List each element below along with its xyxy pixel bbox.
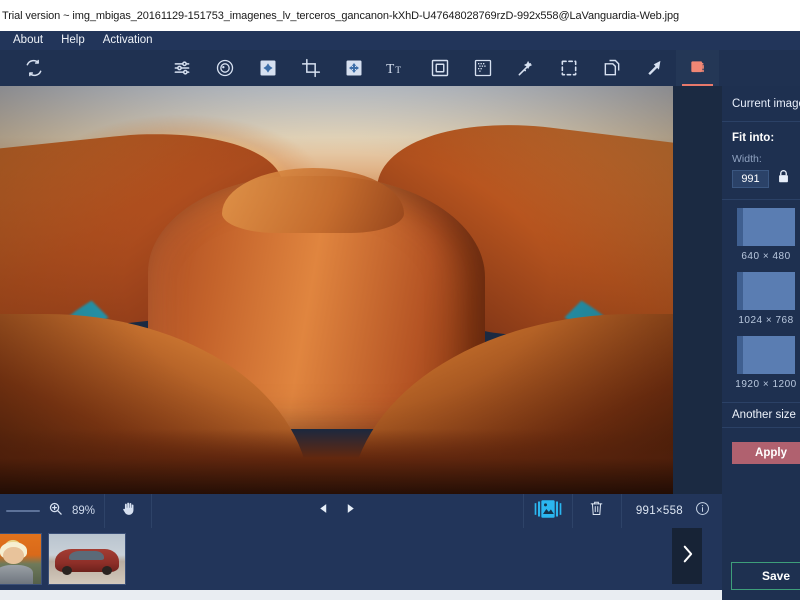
title-bar: Trial version ~ img_mbigas_20161129-1517… [0,0,800,31]
right-panel: Current image Fit into: Width: 991 [722,86,800,600]
toolbar-left-group [0,50,160,86]
canvas-background [673,86,722,494]
selection-icon [559,58,579,78]
image-canvas[interactable] [0,86,722,494]
aspect-lock-button[interactable] [777,169,790,189]
frame-icon [430,58,450,78]
prev-image-button[interactable] [317,502,330,520]
save-button[interactable]: Save [731,562,800,590]
filmstrip-next-button[interactable] [672,528,702,584]
save-button-label: Save [762,569,790,583]
main-toolbar: T T [0,50,800,86]
refresh-button[interactable] [12,50,55,86]
width-input[interactable]: 991 [732,170,769,188]
fit-into-label: Fit into: [732,132,790,144]
refresh-icon [24,58,44,78]
preset-label: 640 × 480 [741,251,790,262]
thumbnail-detail [3,547,24,564]
texture-icon [473,58,493,78]
tool-adjust[interactable] [160,50,203,86]
preset-1920x1200[interactable]: 1920 × 1200 [722,328,800,392]
apply-button-label: Apply [755,447,787,459]
compare-icon [533,499,563,524]
tool-selection[interactable] [547,50,590,86]
another-size-button[interactable]: Another size [722,402,800,428]
current-image[interactable] [0,86,673,494]
tool-enhance[interactable] [504,50,547,86]
preset-thumbnail [737,272,795,310]
info-button[interactable] [695,501,722,521]
tool-retouch[interactable] [203,50,246,86]
lock-icon [777,169,790,189]
divider [151,494,152,528]
preset-thumbnail [737,336,795,374]
thumbnail-strip[interactable] [0,528,722,590]
text-icon: T T [386,58,408,78]
panel-title: Current image [732,98,800,110]
bottom-toolbar: 89% [0,494,722,528]
menu-about[interactable]: About [4,31,52,50]
hand-tool-icon [120,500,137,522]
window-bottom-edge [0,590,722,600]
thumbnail-detail [62,566,72,575]
chevron-right-icon [680,543,695,570]
rotate-icon [344,58,364,78]
thumbnail-detail [0,565,33,584]
fit-into-section: Fit into: Width: 991 [722,122,800,197]
trash-icon [589,500,604,522]
compare-button[interactable] [524,494,572,528]
tool-resize[interactable] [676,50,719,86]
image-navigation [317,502,357,520]
next-image-button[interactable] [344,502,357,520]
preset-1024x768[interactable]: 1024 × 768 [722,264,800,328]
preset-640x480[interactable]: 640 × 480 [722,200,800,264]
tool-effects[interactable] [246,50,289,86]
sticker-icon [645,58,665,78]
width-label: Width: [732,153,790,165]
tool-watermark[interactable] [590,50,633,86]
tool-text[interactable]: T T [375,50,418,86]
tool-sticker[interactable] [633,50,676,86]
menu-bar: About Help Activation [0,31,800,50]
width-row: 991 [732,169,790,189]
delete-button[interactable] [573,494,621,528]
tool-crop[interactable] [289,50,332,86]
retouch-icon [215,58,235,78]
thumbnail-portrait[interactable] [0,533,42,585]
magic-wand-icon [516,58,536,78]
another-size-label: Another size [732,409,796,421]
watermark-icon [602,58,622,78]
zoom-in-icon [48,501,63,521]
window-title: Trial version ~ img_mbigas_20161129-1517… [2,10,679,22]
thumbnail-car[interactable] [48,533,126,585]
panel-header: Current image [722,86,800,122]
info-icon [695,501,710,521]
effects-icon [258,58,278,78]
toolbar-tools: T T [160,50,719,86]
preset-label: 1024 × 768 [738,315,793,326]
hand-tool-button[interactable] [105,494,151,528]
resize-icon [688,58,708,78]
apply-button[interactable]: Apply [732,442,800,464]
tool-texture[interactable] [461,50,504,86]
image-dimensions: 991×558 [622,505,695,517]
zoom-level-value: 89% [72,505,104,517]
bottom-right-group: 991×558 [523,494,722,528]
menu-help[interactable]: Help [52,31,94,50]
zoom-in-button[interactable] [48,501,63,521]
thumbnail-detail [69,551,104,560]
tool-frame[interactable] [418,50,461,86]
svg-text:T: T [395,65,401,75]
preset-thumbnail [737,208,795,246]
zoom-slider[interactable] [6,510,40,512]
app-window: Trial version ~ img_mbigas_20161129-1517… [0,0,800,600]
menu-activation[interactable]: Activation [94,31,162,50]
image-vignette [0,86,673,494]
svg-text:T: T [386,61,394,76]
preset-label: 1920 × 1200 [735,379,796,390]
adjust-sliders-icon [172,58,192,78]
tool-rotate[interactable] [332,50,375,86]
crop-icon [301,58,321,78]
